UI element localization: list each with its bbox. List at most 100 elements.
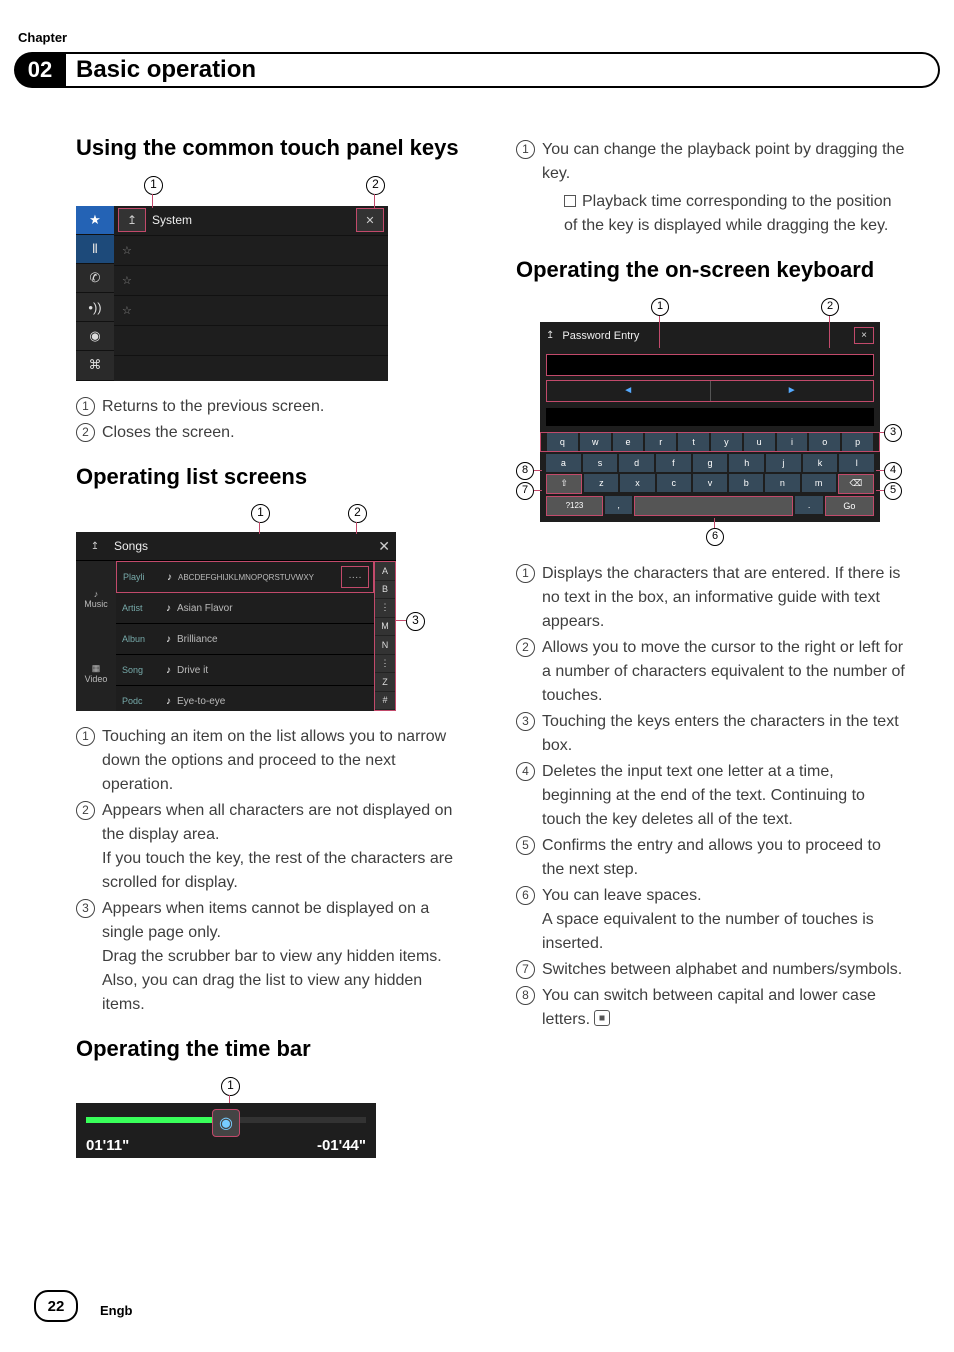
list-row[interactable]: Podc♪Eye-to-eye — [116, 686, 374, 716]
key[interactable]: x — [620, 474, 654, 492]
key[interactable]: u — [744, 433, 775, 451]
go-key[interactable]: Go — [825, 496, 874, 516]
list-screen-callouts: Touching an item on the list allows you … — [76, 725, 466, 1017]
music-tab[interactable]: ♪Music — [76, 561, 116, 636]
key[interactable]: e — [613, 433, 644, 451]
key[interactable]: v — [693, 474, 727, 492]
scrubber-bar[interactable]: A B ⋮ M N ⋮ Z # — [374, 561, 396, 711]
cursor-left-icon[interactable]: ◄ — [547, 381, 711, 401]
keyboard-row-3: ⇧ z x c v b n m ⌫ — [540, 474, 880, 494]
key[interactable]: b — [729, 474, 763, 492]
close-icon[interactable]: ✕ — [378, 538, 390, 555]
backspace-key[interactable]: ⌫ — [838, 474, 874, 494]
keyboard-row-4: ?123 , . Go — [540, 496, 880, 522]
list-row[interactable]: Albun♪Brilliance — [116, 624, 374, 655]
key[interactable]: q — [547, 433, 578, 451]
key[interactable]: s — [583, 454, 618, 472]
callout-1: 1 — [221, 1077, 240, 1096]
key[interactable]: w — [580, 433, 611, 451]
list-item[interactable] — [114, 326, 388, 356]
callout-text-5: Confirms the entry and allows you to pro… — [516, 834, 906, 882]
callout-text-4: Deletes the input text one letter at a t… — [516, 760, 906, 832]
key[interactable]: f — [656, 454, 691, 472]
keyboard-row-1: q w e r t y u i o p — [540, 432, 880, 452]
key[interactable]: r — [645, 433, 676, 451]
list-row[interactable]: Artist♪Asian Flavor — [116, 593, 374, 624]
callout-text-7: Switches between alphabet and numbers/sy… — [516, 958, 906, 982]
text-entry-box[interactable] — [546, 354, 874, 376]
shift-key[interactable]: ⇧ — [546, 474, 582, 494]
callout-4: 4 — [884, 462, 902, 480]
figure-keyboard: 1 2 ↥ Password Entry × ◄ ► q — [516, 298, 896, 548]
list-item[interactable]: ☆ — [114, 236, 388, 266]
callout-text-1: Touching an item on the list allows you … — [76, 725, 466, 797]
callout-text-1: Displays the characters that are entered… — [516, 562, 906, 634]
mode-switch-key[interactable]: ?123 — [546, 496, 603, 516]
time-bar-knob[interactable]: ◉ — [212, 1109, 240, 1137]
callout-text-3: Touching the keys enters the characters … — [516, 710, 906, 758]
tuner-icon[interactable]: Ⅱ — [76, 235, 114, 264]
key[interactable]: d — [619, 454, 654, 472]
phone-icon[interactable]: ✆ — [76, 264, 114, 293]
list-item[interactable] — [114, 356, 388, 385]
key[interactable]: t — [678, 433, 709, 451]
key[interactable]: l — [839, 454, 874, 472]
key[interactable]: g — [693, 454, 728, 472]
speaker-icon[interactable]: •)) — [76, 293, 114, 322]
key[interactable]: k — [803, 454, 838, 472]
list-item[interactable]: ☆ — [114, 296, 388, 326]
key[interactable]: i — [777, 433, 808, 451]
back-icon[interactable]: ↥ — [546, 330, 554, 341]
callout-6: 6 — [706, 528, 724, 546]
close-button[interactable]: × — [854, 327, 874, 344]
close-button[interactable]: ✕ — [356, 208, 384, 232]
back-icon[interactable]: ↥ — [82, 536, 108, 556]
key[interactable]: z — [584, 474, 618, 492]
keyboard-row-2: a s d f g h j k l — [540, 454, 880, 472]
back-button[interactable]: ↥ — [118, 208, 146, 232]
key[interactable]: h — [729, 454, 764, 472]
callout-text-2: Appears when all characters are not disp… — [76, 799, 466, 895]
key[interactable]: n — [765, 474, 799, 492]
key[interactable]: p — [842, 433, 873, 451]
key[interactable]: j — [766, 454, 801, 472]
callout-3: 3 — [884, 424, 902, 442]
callout-5: 5 — [884, 482, 902, 500]
callout-text-3: Appears when items cannot be displayed o… — [76, 897, 466, 1017]
section-time-bar-title: Operating the time bar — [76, 1035, 466, 1063]
callout-2: 2 — [348, 504, 367, 523]
list-item[interactable]: ☆ — [114, 266, 388, 296]
disc-icon[interactable]: ◉ — [76, 322, 114, 351]
time-bar-callouts: You can change the playback point by dra… — [516, 138, 906, 238]
callout-2: 2 — [366, 176, 385, 195]
keyboard-title: Password Entry — [562, 330, 639, 342]
list-row[interactable]: Song♪Drive it — [116, 655, 374, 686]
figure-list-screen: 1 2 ↥ Songs ✕ ♪Music ▦Video — [76, 504, 426, 711]
note-icon — [564, 195, 576, 207]
keyboard-divider — [546, 408, 874, 426]
link-icon[interactable]: ⌘ — [76, 351, 114, 380]
key[interactable]: c — [657, 474, 691, 492]
video-tab[interactable]: ▦Video — [76, 636, 116, 711]
cursor-right-icon[interactable]: ► — [711, 381, 874, 401]
key[interactable]: o — [809, 433, 840, 451]
left-column: Using the common touch panel keys 1 2 ★ … — [76, 134, 466, 1172]
space-key[interactable] — [634, 496, 793, 516]
chapter-label: Chapter — [18, 30, 67, 45]
key[interactable]: y — [711, 433, 742, 451]
list-row[interactable]: Playli ♪ ABCDEFGHIJKLMNOPQRSTUVWXY ···· — [116, 561, 374, 593]
key[interactable]: a — [546, 454, 581, 472]
callout-text-2: Closes the screen. — [76, 421, 466, 445]
key[interactable]: m — [802, 474, 836, 492]
chapter-number-badge: 02 — [14, 52, 66, 88]
chapter-title: Basic operation — [76, 56, 256, 84]
time-elapsed: 01'11" — [86, 1137, 129, 1154]
star-icon[interactable]: ★ — [76, 206, 114, 235]
period-key[interactable]: . — [795, 496, 822, 514]
cursor-arrows[interactable]: ◄ ► — [546, 380, 874, 402]
more-button[interactable]: ···· — [341, 566, 369, 588]
chapter-header: 02 Basic operation — [14, 52, 940, 88]
comma-key[interactable]: , — [605, 496, 632, 514]
callout-text-8: You can switch between capital and lower… — [516, 984, 906, 1032]
callout-1: 1 — [251, 504, 270, 523]
